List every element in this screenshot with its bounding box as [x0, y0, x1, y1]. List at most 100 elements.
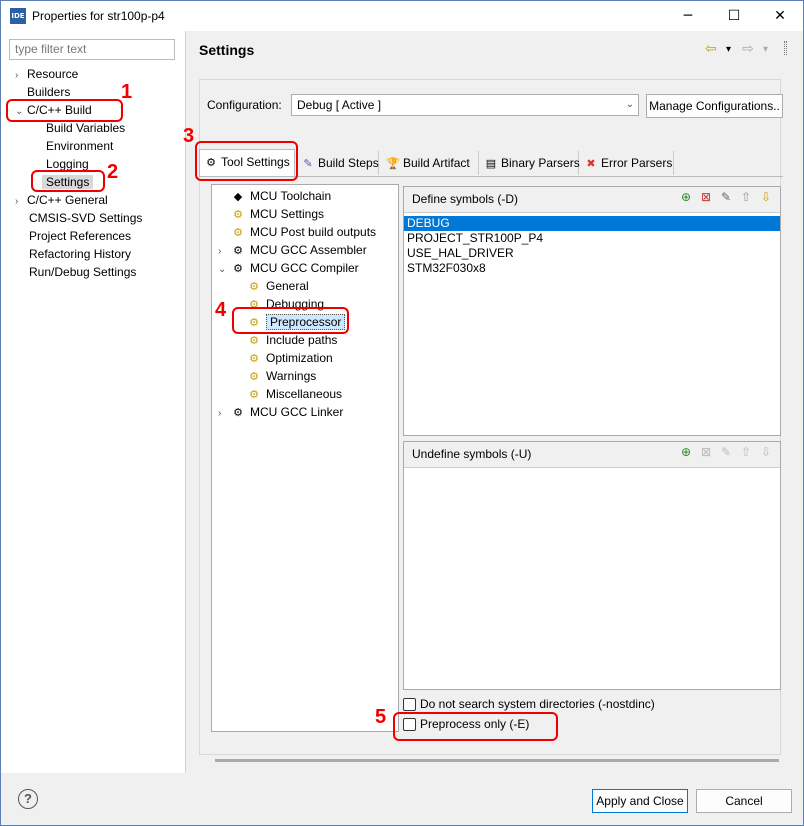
- configuration-select[interactable]: Debug [ Active ]: [291, 94, 639, 116]
- back-dropdown-icon[interactable]: ▾: [726, 44, 731, 55]
- tree-item-general[interactable]: ⚙ General: [246, 277, 309, 295]
- horizontal-scrollbar[interactable]: [215, 759, 779, 762]
- settings-page-icon: ⚙: [249, 334, 259, 347]
- tab-build-steps[interactable]: ✎ Build Steps: [297, 151, 379, 175]
- maximize-button[interactable]: ☐: [711, 1, 757, 31]
- tree-label: Miscellaneous: [266, 387, 343, 401]
- apply-and-close-button[interactable]: Apply and Close: [592, 789, 688, 813]
- tree-label: MCU GCC Linker: [250, 405, 344, 419]
- tree-item-mcu-settings[interactable]: ⚙ MCU Settings: [230, 205, 324, 223]
- tree-label: Run/Debug Settings: [29, 265, 137, 279]
- title-bar: IDE Properties for str100p-p4 ─ ☐ ✕: [1, 1, 803, 31]
- build-steps-icon: ✎: [303, 158, 313, 170]
- move-up-icon[interactable]: ⇧: [736, 190, 756, 204]
- undefine-symbols-title: Undefine symbols (-U): [412, 447, 532, 461]
- close-button[interactable]: ✕: [757, 1, 803, 31]
- tree-item-optimization[interactable]: ⚙ Optimization: [246, 349, 333, 367]
- tree-label: MCU GCC Compiler: [250, 261, 359, 275]
- tree-label: Builders: [27, 85, 71, 99]
- tab-error-parsers[interactable]: ✖ Error Parsers: [580, 151, 674, 175]
- tree-label: Environment: [46, 139, 114, 153]
- move-down-icon[interactable]: ⇩: [756, 190, 776, 204]
- back-icon[interactable]: ⇦: [705, 41, 717, 57]
- tree-item-environment[interactable]: Environment: [15, 137, 142, 155]
- tree-item-cmsis-svd[interactable]: CMSIS-SVD Settings: [15, 209, 142, 227]
- tree-item-mcu-gcc-linker[interactable]: › ⚙ MCU GCC Linker: [218, 403, 343, 421]
- settings-page-icon: ⚙: [249, 370, 259, 383]
- tree-item-mcu-gcc-assembler[interactable]: › ⚙ MCU GCC Assembler: [218, 241, 367, 259]
- tree-item-miscellaneous[interactable]: ⚙ Miscellaneous: [246, 385, 342, 403]
- undefine-toolbar: ⊕ ⊠ ✎ ⇧ ⇩: [676, 445, 776, 459]
- tab-label: Binary Parsers: [501, 156, 580, 170]
- edit-icon[interactable]: ✎: [716, 190, 736, 204]
- page-title: Settings: [199, 42, 255, 58]
- annotation-box-3: [195, 141, 298, 181]
- settings-page-icon: ⚙: [233, 226, 243, 239]
- window-title: Properties for str100p-p4: [32, 9, 165, 23]
- annotation-number-3: 3: [183, 125, 195, 147]
- tree-item-project-references[interactable]: Project References: [15, 227, 142, 245]
- tree-item-mcu-toolchain[interactable]: ◆ MCU Toolchain: [230, 187, 331, 205]
- tab-label: Build Artifact: [403, 156, 470, 170]
- annotation-box-5: [393, 712, 558, 741]
- nostdinc-checkbox-row[interactable]: Do not search system directories (-nostd…: [403, 695, 655, 713]
- tree-label: Include paths: [266, 333, 338, 347]
- edit-icon[interactable]: ✎: [716, 445, 736, 459]
- tree-item-mcu-gcc-compiler[interactable]: ⌄ ⚙ MCU GCC Compiler: [218, 259, 359, 277]
- tree-label: Refactoring History: [29, 247, 132, 261]
- list-item[interactable]: STM32F030x8: [404, 261, 780, 276]
- chevron-right-icon[interactable]: ›: [15, 193, 27, 211]
- tab-label: Build Steps: [318, 156, 379, 170]
- trophy-icon: 🏆: [386, 158, 400, 170]
- chevron-right-icon[interactable]: ›: [218, 405, 230, 423]
- list-item[interactable]: USE_HAL_DRIVER: [404, 246, 780, 261]
- tree-label: MCU Post build outputs: [250, 225, 377, 239]
- tree-label: Logging: [46, 157, 89, 171]
- annotation-box-1: [6, 99, 123, 122]
- list-item[interactable]: PROJECT_STR100P_P4: [404, 231, 780, 246]
- more-options-icon[interactable]: [784, 41, 787, 55]
- chevron-down-icon[interactable]: ⌄: [623, 94, 637, 116]
- add-icon[interactable]: ⊕: [676, 190, 696, 204]
- chevron-down-icon[interactable]: ⌄: [218, 261, 230, 279]
- tab-build-artifact[interactable]: 🏆 Build Artifact: [382, 151, 479, 175]
- add-icon[interactable]: ⊕: [676, 445, 696, 459]
- list-item[interactable]: DEBUG: [404, 216, 780, 231]
- forward-dropdown-icon[interactable]: ▾: [763, 44, 768, 55]
- tool-gear-icon: ⚙: [233, 406, 243, 419]
- tree-item-refactoring-history[interactable]: Refactoring History: [15, 245, 142, 263]
- delete-icon[interactable]: ⊠: [696, 445, 716, 459]
- cancel-button[interactable]: Cancel: [696, 789, 792, 813]
- settings-page-icon: ⚙: [249, 352, 259, 365]
- move-up-icon[interactable]: ⇧: [736, 445, 756, 459]
- minimize-button[interactable]: ─: [665, 1, 711, 31]
- annotation-number-1: 1: [121, 81, 133, 103]
- manage-configurations-button[interactable]: Manage Configurations..: [646, 94, 783, 118]
- delete-icon[interactable]: ⊠: [696, 190, 716, 204]
- undefine-symbols-list: Undefine symbols (-U) ⊕ ⊠ ✎ ⇧ ⇩: [403, 441, 781, 690]
- define-toolbar: ⊕ ⊠ ✎ ⇧ ⇩: [676, 190, 776, 204]
- move-down-icon[interactable]: ⇩: [756, 445, 776, 459]
- annotation-number-2: 2: [107, 161, 119, 183]
- define-symbols-title: Define symbols (-D): [412, 192, 519, 206]
- nostdinc-label: Do not search system directories (-nostd…: [420, 697, 655, 711]
- error-icon: ✖: [586, 158, 596, 170]
- tree-item-mcu-post-build[interactable]: ⚙ MCU Post build outputs: [230, 223, 376, 241]
- tool-settings-tree: ◆ MCU Toolchain ⚙ MCU Settings ⚙ MCU Post b…: [211, 184, 399, 732]
- tree-item-cpp-general[interactable]: › C/C++ General: [15, 191, 142, 209]
- tree-item-warnings[interactable]: ⚙ Warnings: [246, 367, 316, 385]
- tool-gear-icon: ⚙: [233, 262, 243, 275]
- settings-page-icon: ⚙: [233, 208, 243, 221]
- tab-label: Error Parsers: [601, 156, 673, 170]
- annotation-box-2: [31, 170, 105, 192]
- filter-input[interactable]: type filter text: [9, 39, 175, 60]
- nostdinc-checkbox[interactable]: [403, 698, 416, 712]
- tree-item-run-debug[interactable]: Run/Debug Settings: [15, 263, 142, 281]
- forward-icon[interactable]: ⇨: [742, 41, 754, 57]
- tab-binary-parsers[interactable]: ▤ Binary Parsers: [480, 151, 580, 175]
- tool-gear-icon: ⚙: [233, 244, 243, 257]
- tree-label: MCU GCC Assembler: [250, 243, 367, 257]
- help-icon[interactable]: ?: [18, 789, 38, 809]
- tree-label: Warnings: [266, 369, 317, 383]
- tree-label: Project References: [29, 229, 132, 243]
